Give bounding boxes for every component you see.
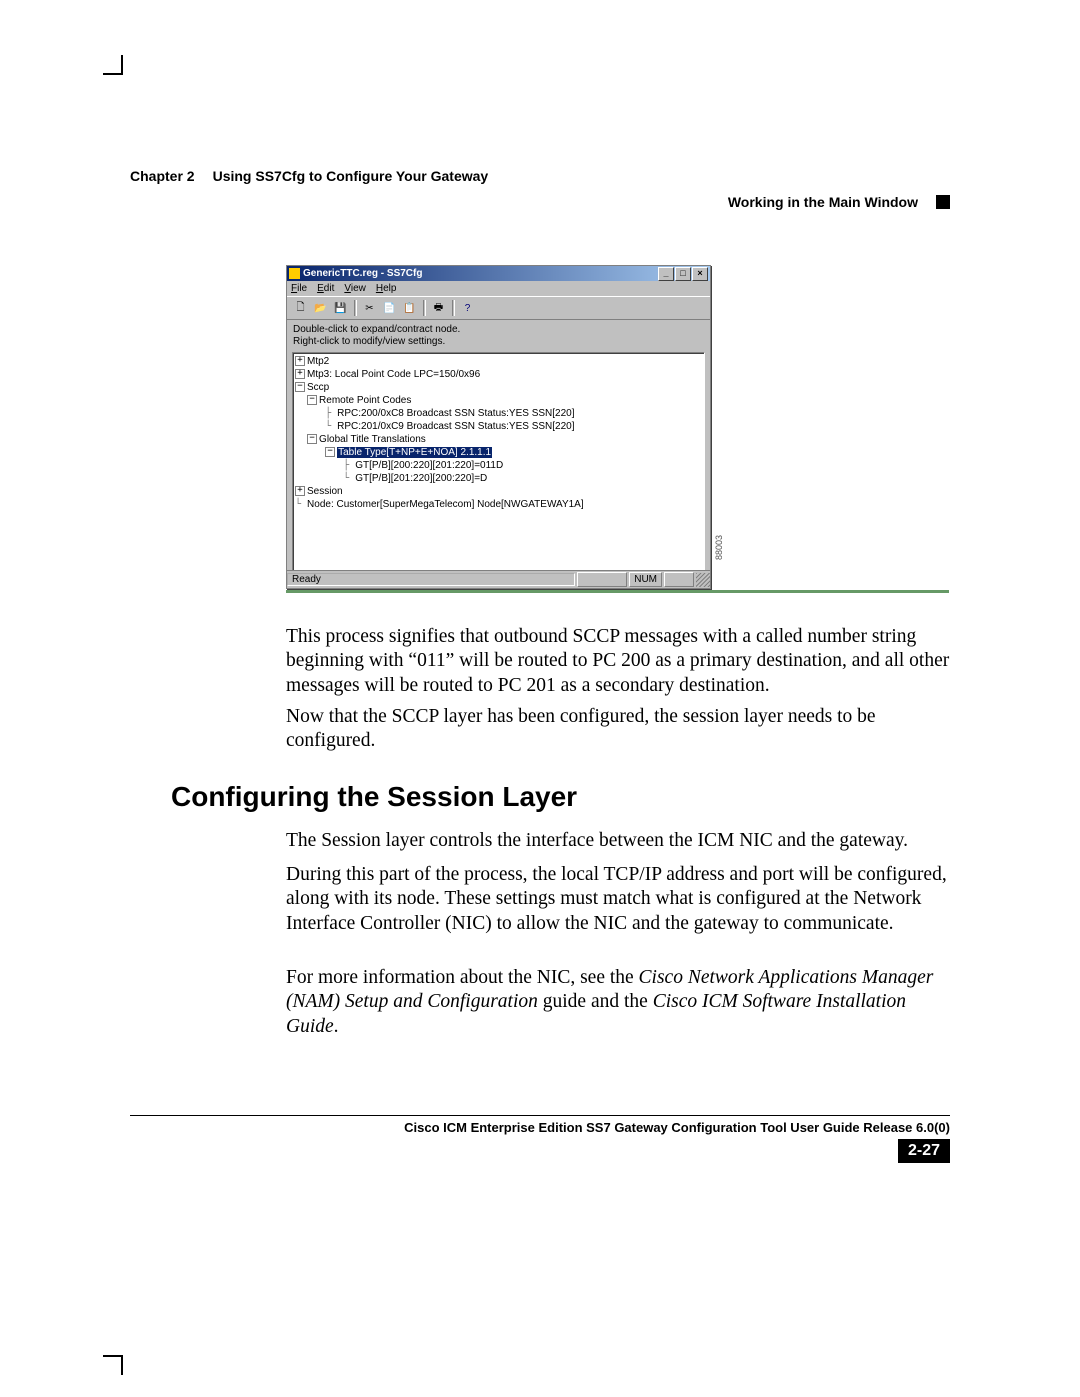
save-icon[interactable]: 💾: [331, 299, 350, 318]
tree-sccp[interactable]: Sccp: [307, 382, 329, 393]
status-bar: Ready NUM: [287, 570, 710, 588]
print-icon[interactable]: 🖶: [429, 299, 448, 318]
chapter-number: Chapter 2: [130, 168, 195, 184]
hint-line-2: Right-click to modify/view settings.: [293, 336, 704, 348]
footer-rule: [130, 1115, 950, 1116]
tree-gtt-selected[interactable]: Table Type[T+NP+E+NOA] 2.1.1.1: [337, 447, 492, 458]
book-title: Cisco ICM Enterprise Edition SS7 Gateway…: [404, 1120, 950, 1135]
tree-panel[interactable]: +Mtp2 +Mtp3: Local Point Code LPC=150/0x…: [292, 352, 705, 588]
figure-divider: [286, 590, 949, 593]
status-empty-2: [664, 572, 694, 587]
paragraph-4: During this part of the process, the loc…: [286, 863, 950, 936]
window-title: GenericTTC.reg - SS7Cfg: [303, 268, 422, 279]
section-title: Working in the Main Window: [728, 194, 918, 210]
paragraph-2: Now that the SCCP layer has been configu…: [286, 705, 950, 754]
p5-text-c: guide and the: [538, 991, 653, 1012]
window-titlebar[interactable]: GenericTTC.reg - SS7Cfg _ □ ×: [287, 266, 710, 281]
minimize-button[interactable]: _: [658, 267, 674, 281]
help-icon[interactable]: ?: [458, 299, 477, 318]
section-heading: Configuring the Session Layer: [171, 781, 577, 813]
cut-icon[interactable]: ✂: [360, 299, 379, 318]
new-icon[interactable]: 🗋: [291, 299, 310, 318]
tree-gtt-header[interactable]: Global Title Translations: [319, 434, 426, 445]
hint-text: Double-click to expand/contract node. Ri…: [287, 320, 710, 350]
tree-rpc-2[interactable]: RPC:201/0xC9 Broadcast SSN Status:YES SS…: [337, 421, 574, 432]
tree-node[interactable]: Node: Customer[SuperMegaTelecom] Node[NW…: [307, 499, 584, 510]
chapter-line: Chapter 2 Using SS7Cfg to Configure Your…: [130, 168, 950, 184]
tree-mtp2[interactable]: Mtp2: [307, 356, 329, 367]
chapter-title: Using SS7Cfg to Configure Your Gateway: [213, 168, 489, 184]
document-page: Chapter 2 Using SS7Cfg to Configure Your…: [0, 0, 1080, 1397]
crop-mark-top-left: [103, 55, 123, 75]
page-number: 2-27: [898, 1139, 950, 1163]
status-ready: Ready: [287, 573, 575, 586]
p5-text-e: .: [334, 1016, 339, 1037]
menu-file[interactable]: File: [291, 283, 307, 294]
copy-icon[interactable]: 📄: [380, 299, 399, 318]
page-footer: Cisco ICM Enterprise Edition SS7 Gateway…: [130, 1115, 950, 1163]
tree-session[interactable]: Session: [307, 486, 343, 497]
tree-mtp3[interactable]: Mtp3: Local Point Code LPC=150/0x96: [307, 369, 480, 380]
status-empty-1: [577, 572, 627, 587]
hint-line-1: Double-click to expand/contract node.: [293, 324, 704, 336]
toolbar: 🗋 📂 💾 ✂ 📄 📋 🖶 ?: [287, 296, 710, 320]
section-marker: [936, 195, 950, 209]
paragraph-1: This process signifies that outbound SCC…: [286, 625, 950, 698]
figure-id: 88003: [714, 535, 724, 560]
menu-bar: File Edit View Help: [287, 281, 710, 296]
tree-gt-1[interactable]: GT[P/B][200:220][201:220]=011D: [355, 460, 503, 471]
tree-gt-2[interactable]: GT[P/B][201:220][200:220]=D: [355, 473, 487, 484]
section-line: Working in the Main Window: [130, 194, 950, 210]
maximize-button[interactable]: □: [675, 267, 691, 281]
status-num: NUM: [629, 572, 662, 587]
menu-view[interactable]: View: [344, 283, 366, 294]
paragraph-5: For more information about the NIC, see …: [286, 966, 950, 1039]
app-icon: [289, 268, 300, 279]
menu-help[interactable]: Help: [376, 283, 397, 294]
crop-mark-bottom-left: [103, 1355, 123, 1375]
paste-icon[interactable]: 📋: [400, 299, 419, 318]
tree-rpc-header[interactable]: Remote Point Codes: [319, 395, 411, 406]
open-icon[interactable]: 📂: [311, 299, 330, 318]
paragraph-3: The Session layer controls the interface…: [286, 829, 950, 853]
ss7cfg-window: GenericTTC.reg - SS7Cfg _ □ × File Edit …: [286, 265, 711, 589]
config-tree[interactable]: +Mtp2 +Mtp3: Local Point Code LPC=150/0x…: [295, 355, 702, 511]
resize-grip-icon[interactable]: [696, 573, 710, 587]
tree-rpc-1[interactable]: RPC:200/0xC8 Broadcast SSN Status:YES SS…: [337, 408, 574, 419]
menu-edit[interactable]: Edit: [317, 283, 334, 294]
p5-text-a: For more information about the NIC, see …: [286, 967, 639, 988]
close-button[interactable]: ×: [692, 267, 708, 281]
page-header: Chapter 2 Using SS7Cfg to Configure Your…: [130, 168, 950, 210]
